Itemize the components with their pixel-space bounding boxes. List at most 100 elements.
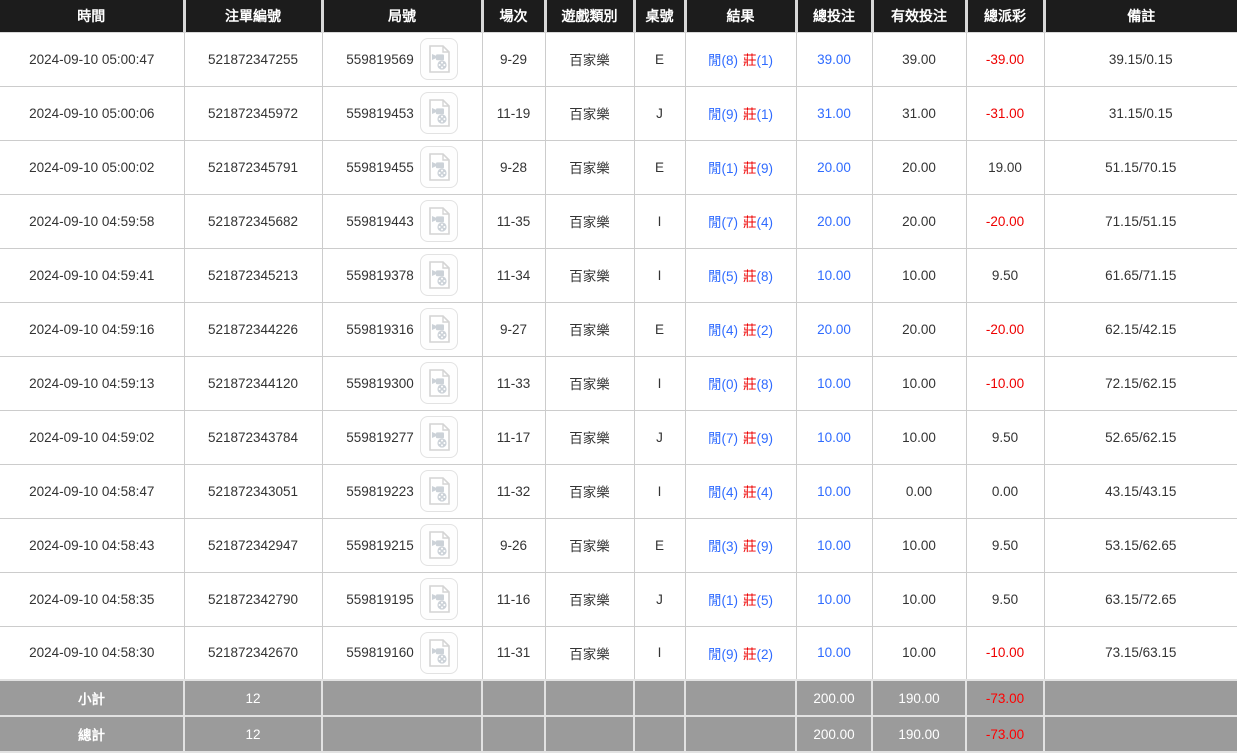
payout: 19.00	[966, 140, 1044, 194]
total-bet: 10.00	[796, 518, 872, 572]
video-replay-button[interactable]	[420, 470, 458, 512]
bet-id: 521872344226	[184, 302, 322, 356]
player-result-label: 閒	[708, 107, 722, 122]
table-number: I	[634, 356, 685, 410]
player-result-label: 閒	[708, 53, 722, 68]
banker-result-score: (1)	[757, 53, 774, 68]
banker-result-score: (4)	[757, 215, 774, 230]
player-result-score: (7)	[722, 215, 739, 230]
banker-result-score: (2)	[757, 647, 774, 662]
banker-result-label: 莊	[743, 593, 757, 608]
video-replay-button[interactable]	[420, 578, 458, 620]
video-replay-button[interactable]	[420, 416, 458, 458]
round-number: 559819316	[346, 322, 414, 337]
result-cell: 閒(7)莊(4)	[685, 194, 796, 248]
table-row: 2024-09-10 05:00:06 521872345972 5598194…	[0, 86, 1237, 140]
table-row: 2024-09-10 05:00:47 521872347255 5598195…	[0, 32, 1237, 86]
banker-result-score: (9)	[757, 161, 774, 176]
game-type: 百家樂	[545, 302, 634, 356]
video-file-icon	[427, 153, 451, 181]
round-number: 559819569	[346, 52, 414, 67]
summary-row: 總計 12 200.00 190.00 -73.00	[0, 716, 1237, 752]
player-result-label: 閒	[708, 431, 722, 446]
round-number: 559819277	[346, 430, 414, 445]
video-file-icon	[427, 423, 451, 451]
summary-total-bet: 200.00	[796, 716, 872, 752]
payout: -10.00	[966, 626, 1044, 680]
video-file-icon	[427, 369, 451, 397]
player-result-score: (3)	[722, 539, 739, 554]
table-row: 2024-09-10 04:59:13 521872344120 5598193…	[0, 356, 1237, 410]
banker-result-score: (8)	[757, 377, 774, 392]
round-cell: 559819455	[322, 140, 482, 194]
table-number: J	[634, 410, 685, 464]
video-replay-button[interactable]	[420, 146, 458, 188]
session: 9-29	[482, 32, 545, 86]
result-cell: 閒(0)莊(8)	[685, 356, 796, 410]
summary-count: 12	[184, 680, 322, 716]
session: 11-16	[482, 572, 545, 626]
col-header-game-type: 遊戲類別	[545, 0, 634, 32]
total-bet: 10.00	[796, 572, 872, 626]
valid-bet: 31.00	[872, 86, 966, 140]
summary-empty-cell	[322, 716, 482, 752]
round-cell: 559819277	[322, 410, 482, 464]
round-cell: 559819443	[322, 194, 482, 248]
game-type: 百家樂	[545, 356, 634, 410]
valid-bet: 10.00	[872, 410, 966, 464]
payout: 9.50	[966, 410, 1044, 464]
summary-valid-bet: 190.00	[872, 716, 966, 752]
payout: -31.00	[966, 86, 1044, 140]
player-result-score: (8)	[722, 53, 739, 68]
video-replay-button[interactable]	[420, 92, 458, 134]
banker-result-label: 莊	[743, 485, 757, 500]
video-file-icon	[427, 531, 451, 559]
remark: 62.15/42.15	[1044, 302, 1237, 356]
bet-time: 2024-09-10 04:58:43	[0, 518, 184, 572]
video-replay-button[interactable]	[420, 200, 458, 242]
summary-empty-cell	[482, 716, 545, 752]
summary-payout: -73.00	[966, 680, 1044, 716]
valid-bet: 0.00	[872, 464, 966, 518]
video-replay-button[interactable]	[420, 308, 458, 350]
table-row: 2024-09-10 04:58:43 521872342947 5598192…	[0, 518, 1237, 572]
video-file-icon	[427, 207, 451, 235]
video-replay-button[interactable]	[420, 38, 458, 80]
video-replay-button[interactable]	[420, 524, 458, 566]
col-header-session: 場次	[482, 0, 545, 32]
table-number: I	[634, 248, 685, 302]
col-header-table-no: 桌號	[634, 0, 685, 32]
result-cell: 閒(9)莊(1)	[685, 86, 796, 140]
video-replay-button[interactable]	[420, 632, 458, 674]
round-cell: 559819215	[322, 518, 482, 572]
round-number: 559819300	[346, 376, 414, 391]
col-header-remark: 備註	[1044, 0, 1237, 32]
round-cell: 559819453	[322, 86, 482, 140]
table-number: I	[634, 626, 685, 680]
table-summary: 小計 12 200.00 190.00 -73.00 總計 12 200.00 …	[0, 680, 1237, 752]
remark: 61.65/71.15	[1044, 248, 1237, 302]
player-result-score: (1)	[722, 593, 739, 608]
banker-result-label: 莊	[743, 539, 757, 554]
remark: 51.15/70.15	[1044, 140, 1237, 194]
video-replay-button[interactable]	[420, 362, 458, 404]
result-cell: 閒(3) 莊(9)	[685, 518, 796, 572]
video-replay-button[interactable]	[420, 254, 458, 296]
banker-result-score: (9)	[757, 539, 774, 554]
summary-label: 小計	[0, 680, 184, 716]
player-result-label: 閒	[708, 539, 722, 554]
bet-id: 521872342670	[184, 626, 322, 680]
round-number: 559819215	[346, 538, 414, 553]
player-result-score: (5)	[722, 269, 739, 284]
bet-time: 2024-09-10 04:58:35	[0, 572, 184, 626]
game-type: 百家樂	[545, 518, 634, 572]
payout: 9.50	[966, 248, 1044, 302]
game-type: 百家樂	[545, 464, 634, 518]
result-cell: 閒(5)莊(8)	[685, 248, 796, 302]
col-header-bet-id: 注單編號	[184, 0, 322, 32]
total-bet: 10.00	[796, 410, 872, 464]
bet-time: 2024-09-10 04:59:02	[0, 410, 184, 464]
remark: 31.15/0.15	[1044, 86, 1237, 140]
game-type: 百家樂	[545, 32, 634, 86]
summary-count: 12	[184, 716, 322, 752]
